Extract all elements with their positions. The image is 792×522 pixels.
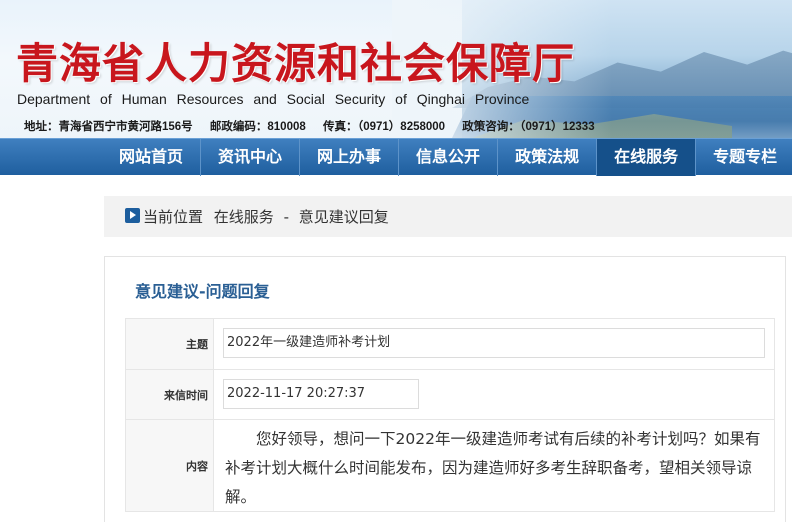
subject-label: 主题 (126, 319, 214, 369)
panel-title: 意见建议-问题回复 (135, 282, 270, 301)
nav-item-policy[interactable]: 政策法规 (497, 139, 596, 176)
content-text: 您好领导，想问一下2022年一级建造师考试有后续的补考计划吗？如果有补考计划大概… (225, 430, 761, 506)
breadcrumb-separator: - (283, 208, 290, 226)
breadcrumb-link-online-service[interactable]: 在线服务 (214, 208, 274, 226)
nav-item-news[interactable]: 资讯中心 (200, 139, 299, 176)
contact-info: 地址：青海省西宁市黄河路156号 邮政编码：810008 传真：（0971）82… (24, 118, 609, 134)
breadcrumb-label: 当前位置 (143, 208, 204, 226)
postcode-text: 邮政编码：810008 (209, 121, 306, 133)
nav-item-online-service[interactable]: 在线服务 (596, 139, 696, 176)
site-title: 青海省人力资源和社会保障厅 (16, 39, 576, 88)
nav-item-online-office[interactable]: 网上办事 (299, 139, 398, 176)
address-text: 地址：青海省西宁市黄河路156号 (24, 121, 193, 133)
letter-detail-table: 主题 2022年一级建造师补考计划 来信时间 2022-11-17 20:27:… (125, 318, 775, 512)
nav-item-home[interactable]: 网站首页 (102, 139, 200, 176)
subject-row: 主题 2022年一级建造师补考计划 (125, 319, 775, 370)
subject-field: 2022年一级建造师补考计划 (223, 328, 765, 358)
consult-phone-text: 政策咨询：（0971）12333 (462, 121, 595, 133)
main-nav: 网站首页 资讯中心 网上办事 信息公开 政策法规 在线服务 专题专栏 (0, 138, 792, 176)
breadcrumb-arrow-icon (125, 208, 140, 223)
fax-text: 传真：（0971）8258000 (322, 121, 446, 133)
site-title-english: Department of Human Resources and Social… (17, 91, 530, 107)
content-row: 内容 您好领导，想问一下2022年一级建造师考试有后续的补考计划吗？如果有补考计… (125, 420, 775, 512)
nav-item-special-topics[interactable]: 专题专栏 (695, 139, 792, 176)
nav-item-disclosure[interactable]: 信息公开 (398, 139, 497, 176)
breadcrumb: 当前位置 在线服务 - 意见建议回复 (104, 196, 792, 237)
content-label: 内容 (126, 420, 214, 511)
breadcrumb-current-page: 意见建议回复 (298, 208, 389, 226)
date-label: 来信时间 (126, 370, 214, 419)
date-field: 2022-11-17 20:27:37 (223, 379, 419, 409)
date-row: 来信时间 2022-11-17 20:27:37 (125, 370, 775, 420)
reply-panel: 意见建议-问题回复 主题 2022年一级建造师补考计划 来信时间 2022-11… (104, 256, 786, 522)
site-banner: 青海省人力资源和社会保障厅 Department of Human Resour… (0, 0, 792, 138)
